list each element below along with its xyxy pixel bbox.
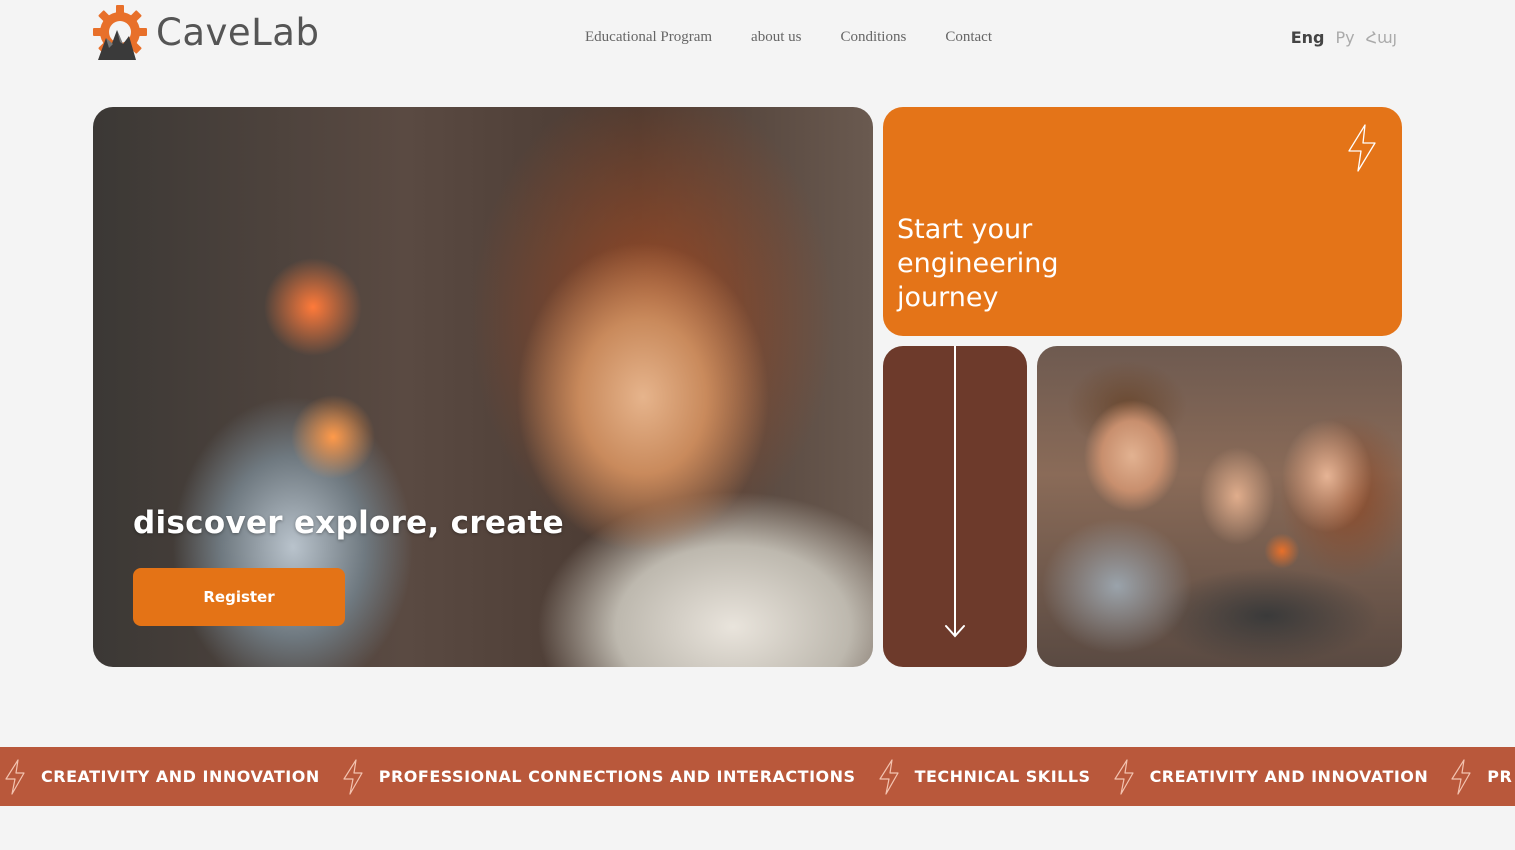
ticker-item: TECHNICAL SKILLS (878, 758, 1113, 795)
promo-card: Start your engineering journey (883, 107, 1402, 336)
scroll-down-card[interactable] (883, 346, 1027, 667)
lang-eng[interactable]: Eng (1291, 28, 1325, 47)
students-photo-card (1037, 346, 1402, 667)
ticker-text: CREATIVITY AND INNOVATION (41, 767, 320, 786)
ticker-text: PR (1487, 767, 1513, 786)
main-nav: Educational Program about us Conditions … (585, 29, 1031, 46)
register-button[interactable]: Register (133, 568, 345, 626)
skills-ticker: CREATIVITY AND INNOVATION PROFESSIONAL C… (0, 747, 1515, 806)
lightning-bolt-icon (1348, 124, 1376, 172)
nav-contact[interactable]: Contact (945, 29, 992, 46)
lightning-bolt-icon (1451, 758, 1471, 795)
lightning-bolt-icon (343, 758, 363, 795)
ticker-text: PROFESSIONAL CONNECTIONS AND INTERACTION… (378, 767, 856, 786)
lightning-bolt-icon (5, 758, 25, 795)
lang-hy[interactable]: Հայ (1366, 28, 1397, 47)
ticker-item: CREATIVITY AND INNOVATION (4, 758, 342, 795)
nav-conditions[interactable]: Conditions (840, 29, 906, 46)
lightning-bolt-icon (878, 758, 899, 795)
nav-educational-program[interactable]: Educational Program (585, 29, 712, 46)
lightning-bolt-icon (1113, 758, 1134, 795)
hero-title: discover explore, create (133, 505, 564, 541)
nav-about-us[interactable]: about us (751, 29, 801, 46)
lang-ru[interactable]: Ру (1335, 28, 1354, 47)
ticker-item: PROFESSIONAL CONNECTIONS AND INTERACTION… (342, 758, 878, 795)
logo[interactable]: CaveLab (92, 2, 319, 62)
ticker-item: CREATIVITY AND INNOVATION (1113, 758, 1451, 795)
language-switcher: Eng Ру Հայ (1291, 28, 1397, 47)
arrow-down-icon (945, 346, 965, 638)
ticker-text: CREATIVITY AND INNOVATION (1149, 767, 1429, 786)
promo-text: Start your engineering journey (897, 214, 1059, 313)
gear-cave-logo-icon (93, 5, 147, 60)
brand-name: CaveLab (156, 10, 320, 54)
hero-photo-card: discover explore, create Register (93, 107, 873, 667)
ticker-text: TECHNICAL SKILLS (914, 767, 1091, 786)
ticker-item: PR (1450, 758, 1515, 795)
